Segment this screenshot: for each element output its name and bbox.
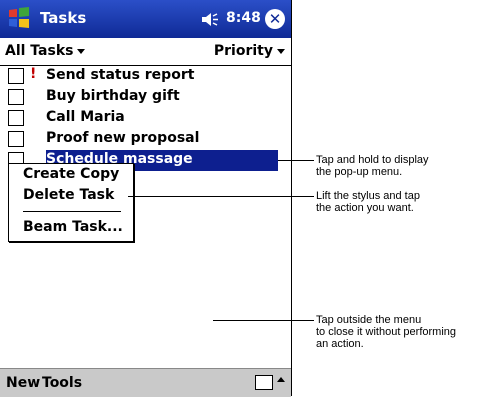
sort-dropdown[interactable]: Priority xyxy=(214,43,285,59)
category-filter[interactable]: All Tasks xyxy=(5,43,86,59)
category-filter-label: All Tasks xyxy=(5,43,74,59)
menu-bar: New Tools xyxy=(0,368,291,397)
menu-item-beam-task[interactable]: Beam Task... xyxy=(23,219,123,235)
task-label: Call Maria xyxy=(46,109,125,125)
new-menu[interactable]: New xyxy=(6,375,40,391)
context-menu: Create Copy Delete Task Beam Task... xyxy=(8,163,134,242)
callout-tap-and-hold: Tap and hold to display the pop-up menu. xyxy=(316,154,429,178)
tools-menu[interactable]: Tools xyxy=(42,375,82,391)
input-panel-arrow-icon[interactable] xyxy=(277,377,285,382)
callout-line xyxy=(128,196,314,197)
task-checkbox[interactable] xyxy=(8,89,24,105)
keyboard-icon[interactable] xyxy=(255,375,273,390)
menu-item-delete-task[interactable]: Delete Task xyxy=(23,187,114,203)
task-checkbox[interactable] xyxy=(8,68,24,84)
clock[interactable]: 8:48 xyxy=(226,10,261,26)
pocket-pc-screen: Tasks 8:48 ✕ All Tasks Priority ! Send s… xyxy=(0,0,292,397)
task-label: Proof new proposal xyxy=(46,130,200,146)
callout-line xyxy=(278,160,314,161)
task-row[interactable]: Buy birthday gift xyxy=(0,87,291,108)
callout-line xyxy=(213,320,314,321)
task-row[interactable]: ! Send status report xyxy=(0,66,291,87)
task-checkbox[interactable] xyxy=(8,110,24,126)
callout-tap-outside: Tap outside the menu to close it without… xyxy=(316,314,457,350)
dropdown-arrow-icon xyxy=(77,48,86,54)
sort-dropdown-label: Priority xyxy=(213,43,273,59)
windows-start-icon[interactable] xyxy=(6,5,32,31)
filter-bar: All Tasks Priority xyxy=(0,38,291,66)
task-label: Send status report xyxy=(46,67,195,83)
task-checkbox[interactable] xyxy=(8,131,24,147)
dropdown-arrow-icon xyxy=(277,48,285,54)
priority-icon: ! xyxy=(30,66,37,82)
task-label: Buy birthday gift xyxy=(46,88,180,104)
task-row[interactable]: Call Maria xyxy=(0,108,291,129)
app-title: Tasks xyxy=(40,9,87,27)
title-bar: Tasks 8:48 ✕ xyxy=(0,0,291,38)
close-icon: ✕ xyxy=(268,10,282,28)
menu-separator xyxy=(23,211,121,212)
speaker-icon[interactable] xyxy=(200,12,220,27)
close-button[interactable]: ✕ xyxy=(265,9,285,29)
callout-lift-stylus: Lift the stylus and tap the action you w… xyxy=(316,190,420,214)
task-row[interactable]: Proof new proposal xyxy=(0,129,291,150)
menu-item-create-copy[interactable]: Create Copy xyxy=(23,166,119,182)
